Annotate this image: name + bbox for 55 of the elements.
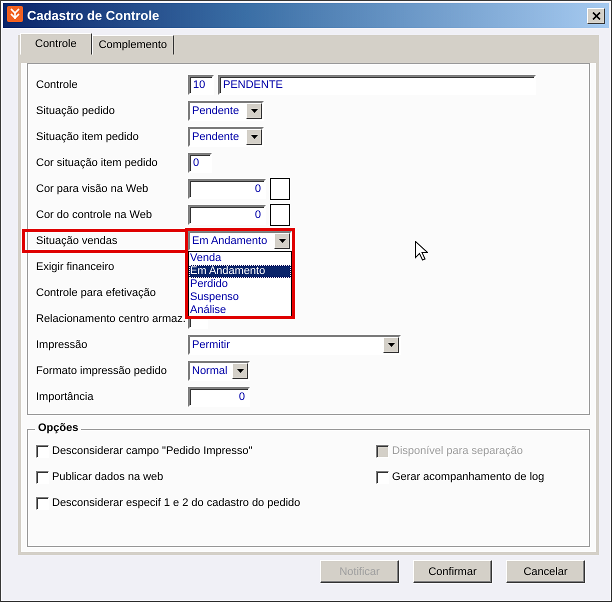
checkbox-label: Desconsiderar especif 1 e 2 do cadastro do pedido — [52, 497, 300, 509]
checkbox[interactable] — [36, 444, 49, 458]
field-label: Cor para visão na Web — [35, 182, 150, 197]
field-label: Importância — [35, 390, 94, 405]
field-label: Situação vendas — [22, 229, 188, 253]
caret-icon — [250, 135, 258, 139]
checkbox[interactable] — [36, 470, 49, 484]
caret-icon — [236, 369, 244, 373]
caret-icon — [388, 343, 394, 347]
text-field[interactable]: PENDENTE — [218, 75, 536, 95]
group-title: Opções — [35, 422, 82, 434]
tab[interactable]: Complemento — [92, 35, 174, 55]
dropdown-option[interactable]: Venda — [189, 252, 291, 265]
dialog-button[interactable]: Cancelar — [506, 560, 585, 583]
checkbox[interactable] — [36, 496, 49, 510]
dropdown-option[interactable]: Em Andamento — [189, 265, 291, 278]
window-title: Cadastro de Controle — [27, 8, 160, 23]
checkbox-label: Gerar acompanhamento de log — [392, 471, 544, 483]
close-icon — [592, 12, 600, 20]
field-label: Controle — [35, 78, 79, 93]
field-label: Cor situação item pedido — [35, 156, 159, 171]
dropdown[interactable]: Pendente — [188, 101, 264, 121]
code-field[interactable]: 10 — [188, 75, 214, 95]
checkbox-label: Desconsiderar campo "Pedido Impresso" — [52, 445, 252, 457]
text-field[interactable]: 0 — [188, 153, 212, 173]
field-label: Relacionamento centro armaz. — [35, 312, 184, 327]
number-field[interactable]: 0 — [188, 387, 250, 407]
number-field[interactable]: 0 — [188, 205, 266, 225]
dropdown[interactable]: Pendente — [188, 127, 264, 147]
color-swatch[interactable] — [270, 178, 290, 200]
dialog-button[interactable]: Confirmar — [413, 560, 492, 583]
number-field[interactable]: 0 — [188, 179, 266, 199]
mouse-cursor-icon — [415, 241, 428, 261]
caret-icon — [250, 109, 258, 113]
dropdown[interactable]: Em Andamento — [188, 231, 292, 251]
checkbox[interactable] — [376, 470, 389, 484]
dropdown-option[interactable]: Perdido — [189, 278, 291, 291]
checkbox-label: Disponível para separação — [392, 445, 523, 457]
close-button[interactable] — [587, 8, 605, 24]
tab[interactable]: Controle — [20, 33, 92, 55]
field-label: Situação pedido — [35, 104, 116, 119]
dropdown[interactable]: Permitir — [188, 335, 401, 355]
field-label: Cor do controle na Web — [35, 208, 153, 223]
app-icon — [7, 6, 23, 22]
field-label: Controle para efetivação — [35, 286, 157, 301]
caret-icon — [278, 239, 286, 243]
color-swatch[interactable] — [270, 204, 290, 226]
field-label: Impressão — [35, 338, 88, 353]
field-label: Situação item pedido — [35, 130, 140, 145]
dropdown-option[interactable]: Análise — [189, 304, 291, 317]
field-label: Exigir financeiro — [35, 260, 116, 275]
dropdown-option[interactable]: Suspenso — [189, 291, 291, 304]
field-label: Formato impressão pedido — [35, 364, 168, 379]
checkbox-label: Publicar dados na web — [52, 471, 164, 483]
dropdown[interactable]: Normal — [188, 361, 250, 381]
